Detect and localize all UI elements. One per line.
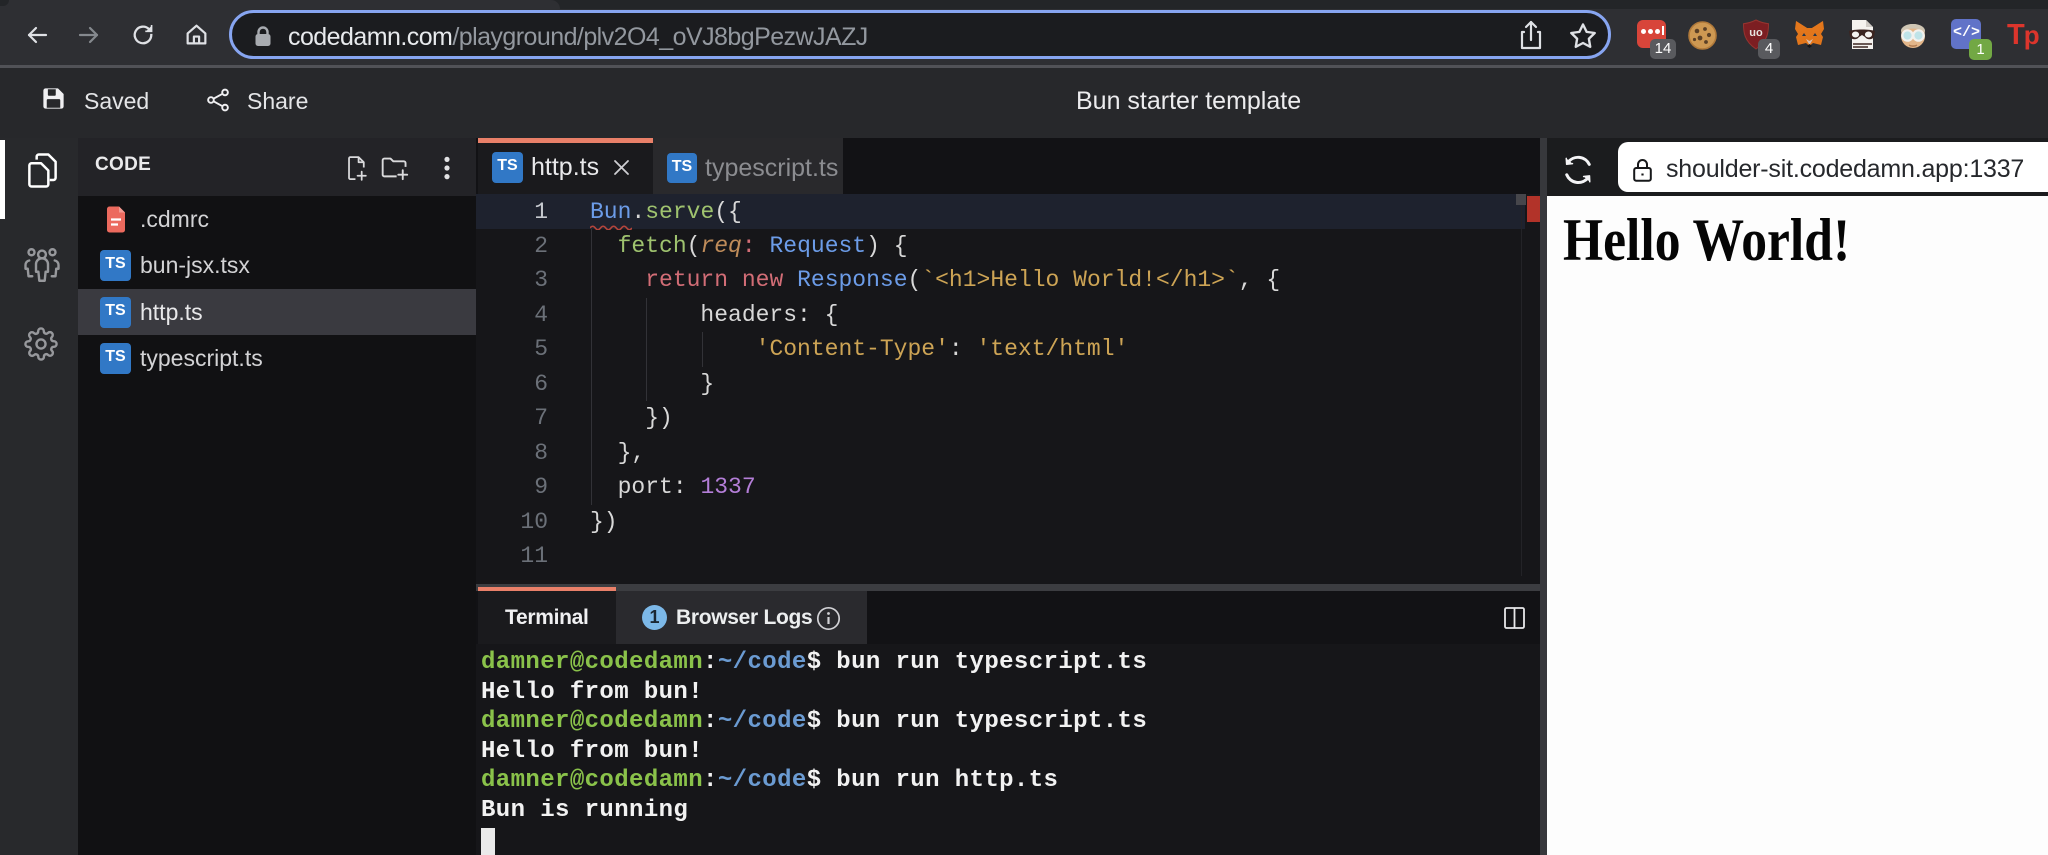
svg-text:uo: uo [1749, 27, 1763, 39]
